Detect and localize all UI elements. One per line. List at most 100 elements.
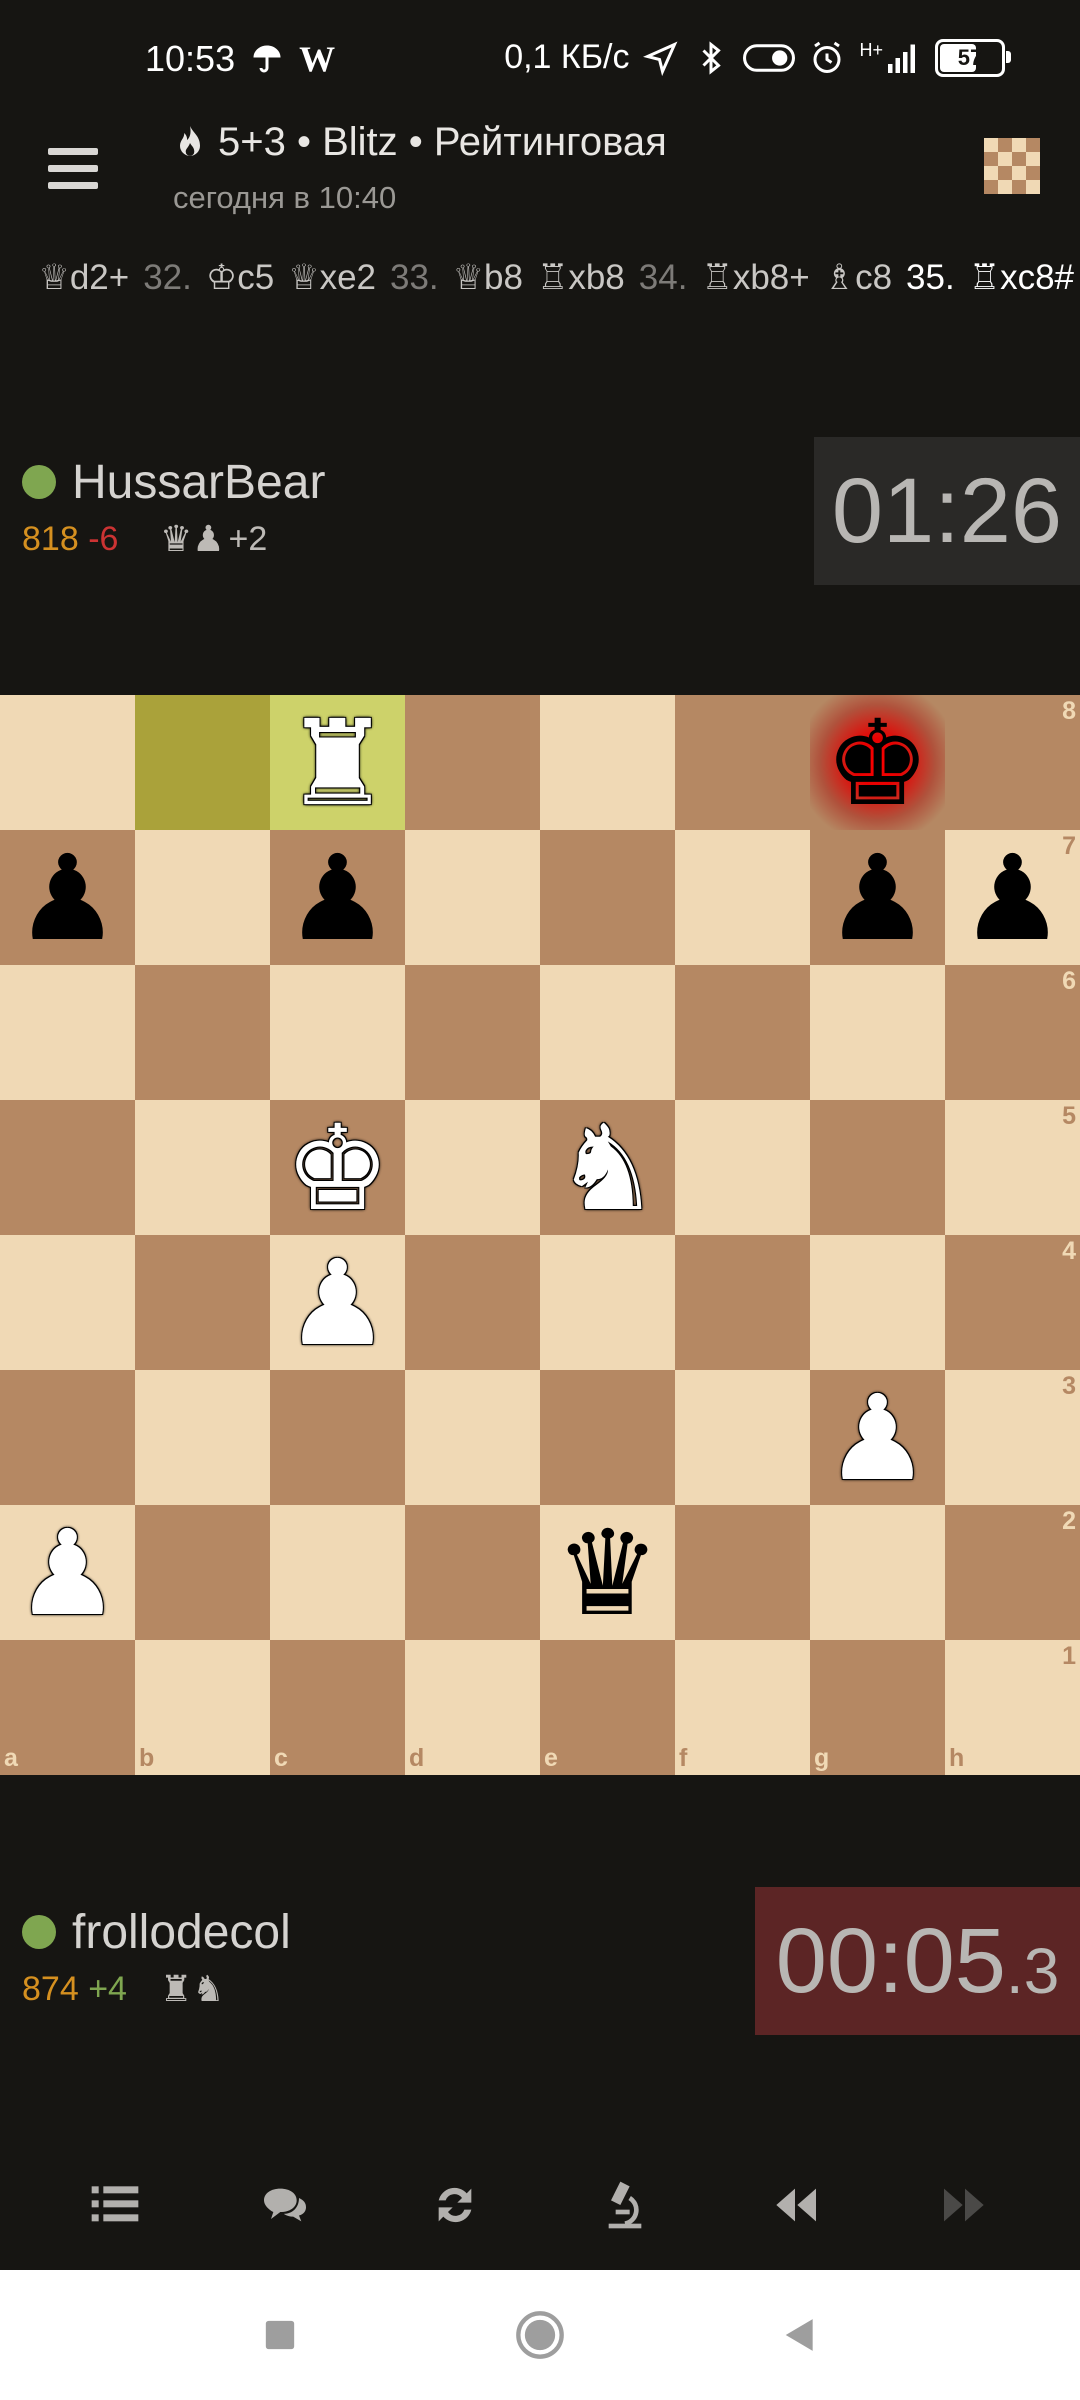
square-a2[interactable]: ♟ [0,1505,135,1640]
recent-apps-button[interactable] [250,2305,310,2365]
square-e2[interactable]: ♛ [540,1505,675,1640]
square-b4[interactable] [135,1235,270,1370]
previous-move-button[interactable] [745,2165,845,2245]
move-san[interactable]: ♕xe2 [288,258,376,298]
black-pawn[interactable]: ♟ [960,839,1066,957]
move-san[interactable]: ♗c8 [824,258,892,298]
square-d8[interactable] [405,695,540,830]
square-g7[interactable]: ♟ [810,830,945,965]
square-e4[interactable] [540,1235,675,1370]
square-f3[interactable] [675,1370,810,1505]
square-g4[interactable] [810,1235,945,1370]
square-a7[interactable]: ♟ [0,830,135,965]
chess-board[interactable]: ♜ ♚ 8 ♟ ♟ ♟ ♟ 7 6 ♚ ♞ 5 ♟ 4 ♟ 3 ♟ ♛ 2 a b c d e f g 1 h [0,695,1080,1775]
black-king[interactable]: ♚ [825,704,931,822]
white-pawn[interactable]: ♟ [285,1244,391,1362]
square-g6[interactable] [810,965,945,1100]
white-king[interactable]: ♚ [285,1109,391,1227]
square-h2[interactable]: 2 [945,1505,1080,1640]
square-f2[interactable] [675,1505,810,1640]
square-h1[interactable]: 1h [945,1640,1080,1775]
square-d7[interactable] [405,830,540,965]
square-h3[interactable]: 3 [945,1370,1080,1505]
square-g2[interactable] [810,1505,945,1640]
square-h6[interactable]: 6 [945,965,1080,1100]
square-f7[interactable] [675,830,810,965]
white-rook[interactable]: ♜ [285,704,391,822]
move-san[interactable]: ♕b8 [453,258,523,298]
white-pawn[interactable]: ♟ [15,1514,121,1632]
square-g1[interactable]: g [810,1640,945,1775]
square-b5[interactable] [135,1100,270,1235]
move-san[interactable]: ♔c5 [206,258,274,298]
home-button[interactable] [510,2305,570,2365]
square-c4[interactable]: ♟ [270,1235,405,1370]
square-c8[interactable]: ♜ [270,695,405,830]
square-d6[interactable] [405,965,540,1100]
square-b2[interactable] [135,1505,270,1640]
square-a6[interactable] [0,965,135,1100]
file-label: f [679,1744,688,1772]
move-list-strip[interactable]: ♕d2+ 32. ♔c5 ♕xe2 33. ♕b8 ♖xb8 34. ♖xb8+ ♗c8 35. ♖x… [0,258,1080,308]
player-name[interactable]: HussarBear [72,455,325,510]
square-h5[interactable]: 5 [945,1100,1080,1235]
black-queen[interactable]: ♛ [555,1514,661,1632]
square-d1[interactable]: d [405,1640,540,1775]
square-e6[interactable] [540,965,675,1100]
square-e7[interactable] [540,830,675,965]
square-h7[interactable]: ♟ 7 [945,830,1080,965]
moves-list-button[interactable] [65,2165,165,2245]
square-h4[interactable]: 4 [945,1235,1080,1370]
move-san[interactable]: ♖xb8 [537,258,625,298]
menu-icon[interactable] [48,148,98,192]
square-b7[interactable] [135,830,270,965]
square-c5[interactable]: ♚ [270,1100,405,1235]
square-c1[interactable]: c [270,1640,405,1775]
square-d4[interactable] [405,1235,540,1370]
analysis-button[interactable] [575,2165,675,2245]
square-h8[interactable]: 8 [945,695,1080,830]
square-e3[interactable] [540,1370,675,1505]
square-e1[interactable]: e [540,1640,675,1775]
square-c6[interactable] [270,965,405,1100]
square-d3[interactable] [405,1370,540,1505]
square-d5[interactable] [405,1100,540,1235]
square-b6[interactable] [135,965,270,1100]
flip-board-button[interactable] [405,2165,505,2245]
square-b1[interactable]: b [135,1640,270,1775]
square-e8[interactable] [540,695,675,830]
square-g8[interactable]: ♚ [810,695,945,830]
player-name[interactable]: frollodecol [72,1905,291,1960]
move-san[interactable]: ♖xc8# [969,258,1074,298]
square-c7[interactable]: ♟ [270,830,405,965]
black-pawn[interactable]: ♟ [285,839,391,957]
square-f1[interactable]: f [675,1640,810,1775]
black-pawn[interactable]: ♟ [825,839,931,957]
square-b3[interactable] [135,1370,270,1505]
square-f8[interactable] [675,695,810,830]
square-d2[interactable] [405,1505,540,1640]
square-a8[interactable] [0,695,135,830]
chat-button[interactable] [235,2165,335,2245]
square-b8[interactable] [135,695,270,830]
square-a1[interactable]: a [0,1640,135,1775]
next-move-button[interactable] [915,2165,1015,2245]
white-knight[interactable]: ♞ [555,1109,661,1227]
back-button[interactable] [770,2305,830,2365]
black-pawn[interactable]: ♟ [15,839,121,957]
square-g3[interactable]: ♟ [810,1370,945,1505]
square-f6[interactable] [675,965,810,1100]
square-a4[interactable] [0,1235,135,1370]
square-a3[interactable] [0,1370,135,1505]
square-a5[interactable] [0,1100,135,1235]
square-f4[interactable] [675,1235,810,1370]
move-san[interactable]: ♕d2+ [38,258,129,298]
board-settings-icon[interactable] [984,138,1040,194]
square-f5[interactable] [675,1100,810,1235]
move-san[interactable]: ♖xb8+ [701,258,809,298]
square-c3[interactable] [270,1370,405,1505]
white-pawn[interactable]: ♟ [825,1379,931,1497]
square-c2[interactable] [270,1505,405,1640]
square-g5[interactable] [810,1100,945,1235]
square-e5[interactable]: ♞ [540,1100,675,1235]
